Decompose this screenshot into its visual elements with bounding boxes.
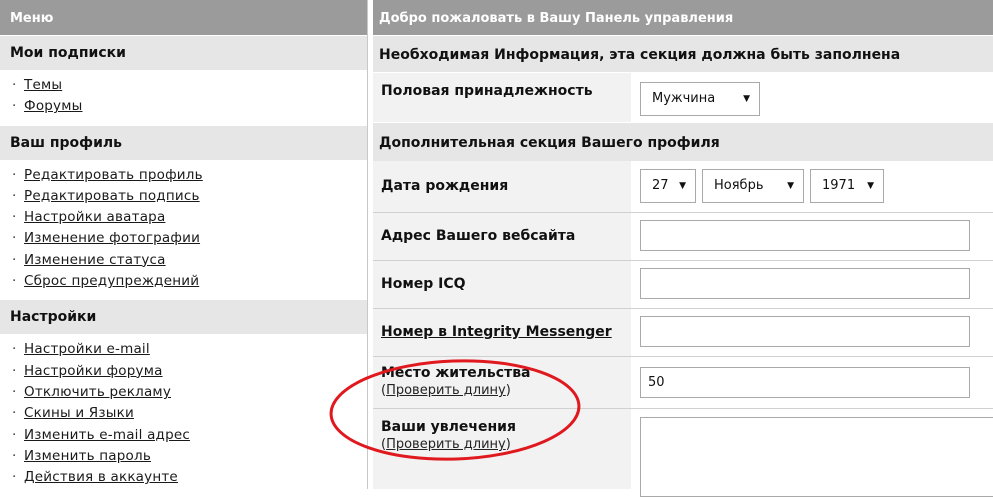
list-item: · Скины и Языки: [12, 405, 134, 422]
chevron-down-icon: ▼: [679, 181, 686, 191]
control-panel: Добро пожаловать в Вашу Панель управлени…: [373, 0, 993, 497]
location-row: Место жительства (Проверить длину) 50: [373, 357, 993, 408]
sidebar-title: Меню: [0, 0, 367, 36]
birthdate-label: Дата рождения: [373, 161, 631, 212]
settings-list: · Настройки e-mail · Настройки форума · Отк…: [0, 334, 367, 496]
check-length-link[interactable]: Проверить длину: [386, 383, 506, 398]
list-item: · Действия в аккаунте: [12, 469, 178, 486]
icq-input[interactable]: [640, 268, 970, 299]
chevron-down-icon: ▼: [743, 94, 750, 104]
icq-label: Номер ICQ: [373, 261, 631, 308]
list-item: · Изменение статуса: [12, 251, 166, 268]
link-change-email[interactable]: Изменить e-mail адрес: [24, 427, 190, 443]
interests-textarea[interactable]: [640, 417, 993, 497]
optional-section-header: Дополнительная секция Вашего профиля: [373, 123, 993, 161]
website-input[interactable]: [640, 220, 970, 251]
subscriptions-list: · Темы · Форумы: [0, 70, 367, 126]
birth-month-select[interactable]: Ноябрь ▼: [702, 169, 804, 203]
list-item: · Изменить пароль: [12, 447, 151, 464]
website-label: Адрес Вашего вебсайта: [373, 213, 631, 260]
link-avatar-settings[interactable]: Настройки аватара: [24, 209, 165, 225]
list-item: · Настройки аватара: [12, 209, 166, 226]
list-item: · Настройки форума: [12, 362, 163, 379]
list-item: · Редактировать подпись: [12, 187, 200, 204]
section-header-settings: Настройки: [0, 300, 367, 335]
link-change-password[interactable]: Изменить пароль: [24, 448, 151, 464]
birth-day-select[interactable]: 27 ▼: [640, 169, 696, 203]
section-header-profile: Ваш профиль: [0, 125, 367, 160]
birth-year-select[interactable]: 1971 ▼: [810, 169, 884, 203]
interests-row: Ваши увлечения (Проверить длину): [373, 409, 993, 497]
link-email-settings[interactable]: Настройки e-mail: [24, 341, 150, 357]
location-input[interactable]: 50: [640, 367, 970, 398]
location-label: Место жительства: [381, 365, 531, 381]
chevron-down-icon: ▼: [787, 181, 794, 191]
link-disable-ads[interactable]: Отключить рекламу: [24, 384, 171, 400]
link-topics[interactable]: Темы: [24, 77, 62, 93]
list-item: · Изменить e-mail адрес: [12, 426, 190, 443]
integrity-row: Номер в Integrity Messenger: [373, 309, 993, 356]
list-item: · Настройки e-mail: [12, 341, 150, 358]
section-header-subscriptions: Мои подписки: [0, 36, 367, 70]
list-item: · Темы: [12, 77, 63, 93]
link-account-actions[interactable]: Действия в аккаунте: [24, 469, 178, 485]
required-section-header: Необходимая Информация, эта секция должн…: [373, 36, 993, 72]
link-change-status[interactable]: Изменение статуса: [24, 252, 166, 268]
gender-select[interactable]: Мужчина ▼: [640, 82, 760, 116]
link-skins-languages[interactable]: Скины и Языки: [24, 405, 134, 421]
link-reset-warnings[interactable]: Сброс предупреждений: [24, 273, 199, 289]
icq-row: Номер ICQ: [373, 261, 993, 308]
website-row: Адрес Вашего вебсайта: [373, 213, 993, 260]
list-item: · Редактировать профиль: [12, 166, 203, 183]
interests-label: Ваши увлечения: [381, 419, 516, 435]
link-forums[interactable]: Форумы: [24, 98, 82, 114]
list-item: · Изменение фотографии: [12, 230, 201, 247]
check-length-link[interactable]: Проверить длину: [386, 437, 506, 452]
link-change-photo[interactable]: Изменение фотографии: [24, 230, 200, 246]
list-item: · Сброс предупреждений: [12, 273, 200, 290]
birthdate-row: Дата рождения 27 ▼ Ноябрь ▼ 1971 ▼: [373, 161, 993, 212]
gender-label: Половая принадлежность: [373, 73, 631, 122]
profile-list: · Редактировать профиль · Редактировать по…: [0, 160, 367, 301]
sidebar-menu: Меню Мои подписки · Темы · Форумы Ваш проф…: [0, 0, 368, 489]
integrity-label[interactable]: Номер в Integrity Messenger: [373, 309, 631, 356]
link-forum-settings[interactable]: Настройки форума: [24, 363, 163, 379]
gender-row: Половая принадлежность Мужчина ▼: [373, 73, 993, 122]
link-edit-signature[interactable]: Редактировать подпись: [24, 188, 200, 204]
link-edit-profile[interactable]: Редактировать профиль: [24, 167, 203, 183]
integrity-input[interactable]: [640, 316, 970, 347]
chevron-down-icon: ▼: [867, 181, 874, 191]
panel-title: Добро пожаловать в Вашу Панель управлени…: [373, 0, 993, 36]
list-item: · Отключить рекламу: [12, 383, 172, 400]
list-item: · Форумы: [12, 98, 83, 115]
